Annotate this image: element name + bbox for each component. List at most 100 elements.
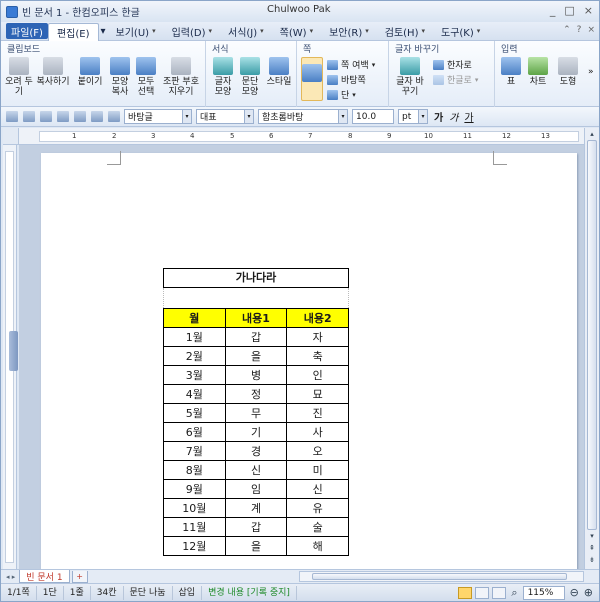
menu-format[interactable]: 서식(J) ▾ (220, 22, 272, 41)
status-insert-mode[interactable]: 삽입 (173, 585, 203, 600)
header-month[interactable]: 월 (163, 308, 226, 328)
style-button[interactable]: 스타일 (264, 57, 294, 87)
italic-button[interactable]: 가 (449, 109, 458, 124)
paste-button[interactable]: 붙이기 (74, 57, 106, 87)
table-cell[interactable]: 을 (224, 536, 288, 556)
zoom-in-icon[interactable]: ⊕ (584, 586, 593, 599)
shape-button[interactable]: 도형 (555, 57, 581, 87)
vertical-scroll-thumb[interactable] (587, 140, 597, 530)
page-layout-button[interactable] (301, 57, 323, 101)
tab-nav-icons[interactable]: ◂ ▸ (6, 573, 15, 581)
font-select[interactable]: 함초롬바탕 ▾ (258, 109, 348, 124)
menu-page[interactable]: 쪽(W) ▾ (272, 22, 321, 41)
table-cell[interactable]: 해 (286, 536, 349, 556)
table-button[interactable]: 표 (499, 57, 523, 87)
zoom-out-icon[interactable]: ⊖ (570, 586, 579, 599)
margin-button[interactable]: 쪽 여백 ▾ (327, 58, 375, 71)
tab-document-1[interactable]: 빈 문서 1 (19, 570, 70, 583)
to-hangul-button[interactable]: 한글로 ▾ (433, 73, 478, 86)
normal-view-icon[interactable] (458, 586, 473, 599)
table-cell[interactable]: 병 (224, 365, 288, 385)
copy-button[interactable]: 복사하기 (35, 57, 71, 87)
page-view-icon[interactable] (475, 586, 490, 599)
add-tab-button[interactable]: + (71, 570, 88, 583)
zoom-select[interactable]: 115% (522, 585, 565, 600)
table-cell[interactable]: 1월 (163, 327, 226, 347)
table-cell[interactable]: 을 (224, 346, 288, 366)
table-cell[interactable]: 8월 (163, 460, 226, 480)
ribbon-more-icon[interactable]: » (588, 67, 594, 77)
table-cell[interactable]: 6월 (163, 422, 226, 442)
char-change-button[interactable]: 글자 바꾸기 (393, 57, 427, 97)
table-cell[interactable]: 7월 (163, 441, 226, 461)
next-page-icon[interactable]: ⇟ (587, 556, 597, 565)
preview-icon[interactable] (74, 111, 86, 122)
table-cell[interactable]: 무 (224, 403, 288, 423)
print-icon[interactable] (57, 111, 69, 122)
menu-tools[interactable]: 도구(K) ▾ (433, 22, 488, 41)
unit-select[interactable]: pt ▾ (398, 109, 428, 124)
document-area[interactable]: 가나다라 월 내용1 내용2 1월 갑 자 2월 을 축 3월 병 인 4월 정 묘 5월 무 진 … (19, 145, 584, 569)
column-button[interactable]: 단 ▾ (327, 88, 356, 101)
scroll-down-icon[interactable]: ▾ (587, 532, 597, 541)
table-cell[interactable]: 정 (224, 384, 288, 404)
para-shape-button[interactable]: 문단 모양 (237, 57, 263, 97)
header-content1[interactable]: 내용1 (224, 308, 288, 328)
table-cell[interactable]: 사 (286, 422, 349, 442)
table-cell[interactable]: 경 (224, 441, 288, 461)
to-hanja-button[interactable]: 한자로 (433, 58, 472, 71)
select-all-button[interactable]: 모두 선택 (134, 57, 158, 97)
table-cell[interactable]: 유 (286, 498, 349, 518)
table-cell[interactable]: 신 (224, 460, 288, 480)
zoom-icon[interactable]: ⌕ (511, 586, 517, 600)
table-cell[interactable]: 자 (286, 327, 349, 347)
table-cell[interactable]: 계 (224, 498, 288, 518)
table-cell[interactable]: 10월 (163, 498, 226, 518)
close-button[interactable]: × (584, 4, 593, 17)
help-button[interactable]: ? (577, 25, 582, 35)
menu-edit[interactable]: 편집(E) (47, 22, 99, 41)
menu-insert[interactable]: 입력(D) ▾ (164, 22, 220, 41)
menu-view[interactable]: 보기(U) ▾ (108, 22, 164, 41)
table-cell[interactable]: 11월 (163, 517, 226, 537)
prev-page-icon[interactable]: ⇞ (587, 544, 597, 553)
maximize-button[interactable]: □ (564, 4, 574, 17)
menu-review[interactable]: 검토(H) ▾ (377, 22, 433, 41)
table-cell[interactable]: 미 (286, 460, 349, 480)
data-table[interactable]: 월 내용1 내용2 1월 갑 자 2월 을 축 3월 병 인 4월 정 묘 5월 무 진 6월 기 사 … (163, 308, 349, 556)
menu-edit-arrow[interactable]: ▾ (99, 22, 108, 41)
table-cell[interactable]: 술 (286, 517, 349, 537)
table-cell[interactable]: 9월 (163, 479, 226, 499)
menu-security[interactable]: 보안(R) ▾ (321, 22, 377, 41)
menu-file[interactable]: 파일(F) (6, 23, 48, 39)
table-cell[interactable]: 갑 (224, 327, 288, 347)
minimize-button[interactable]: _ (550, 4, 556, 17)
chart-button[interactable]: 차트 (525, 57, 551, 87)
menu-close-button[interactable]: × (587, 25, 595, 35)
table-cell[interactable]: 갑 (224, 517, 288, 537)
scroll-up-icon[interactable]: ▴ (587, 130, 597, 139)
table-cell[interactable]: 2월 (163, 346, 226, 366)
redo-icon[interactable] (108, 111, 120, 122)
bold-button[interactable]: 가 (434, 109, 443, 124)
document-page[interactable]: 가나다라 월 내용1 내용2 1월 갑 자 2월 을 축 3월 병 인 4월 정 묘 5월 무 진 … (41, 151, 577, 569)
language-select[interactable]: 대표 ▾ (196, 109, 254, 124)
char-shape-button[interactable]: 글자 모양 (210, 57, 236, 97)
open-folder-icon[interactable] (23, 111, 35, 122)
table-cell[interactable]: 축 (286, 346, 349, 366)
table-cell[interactable]: 인 (286, 365, 349, 385)
new-doc-icon[interactable] (6, 111, 18, 122)
table-cell[interactable]: 신 (286, 479, 349, 499)
ribbon-collapse-button[interactable]: ⌃ (563, 25, 571, 35)
table-cell[interactable]: 5월 (163, 403, 226, 423)
side-panel-handle[interactable] (9, 331, 18, 371)
format-copy-button[interactable]: 모양 복사 (108, 57, 132, 97)
status-page[interactable]: 1/1쪽 (1, 585, 37, 600)
master-page-button[interactable]: 바탕쪽 (327, 73, 366, 86)
save-icon[interactable] (40, 111, 52, 122)
vertical-scrollbar[interactable]: ▴ ▾ ⇞ ⇟ (584, 128, 599, 569)
full-view-icon[interactable] (492, 586, 507, 599)
underline-button[interactable]: 가 (464, 109, 473, 124)
cut-button[interactable]: 오려 두기 (5, 57, 33, 97)
table-cell[interactable]: 3월 (163, 365, 226, 385)
